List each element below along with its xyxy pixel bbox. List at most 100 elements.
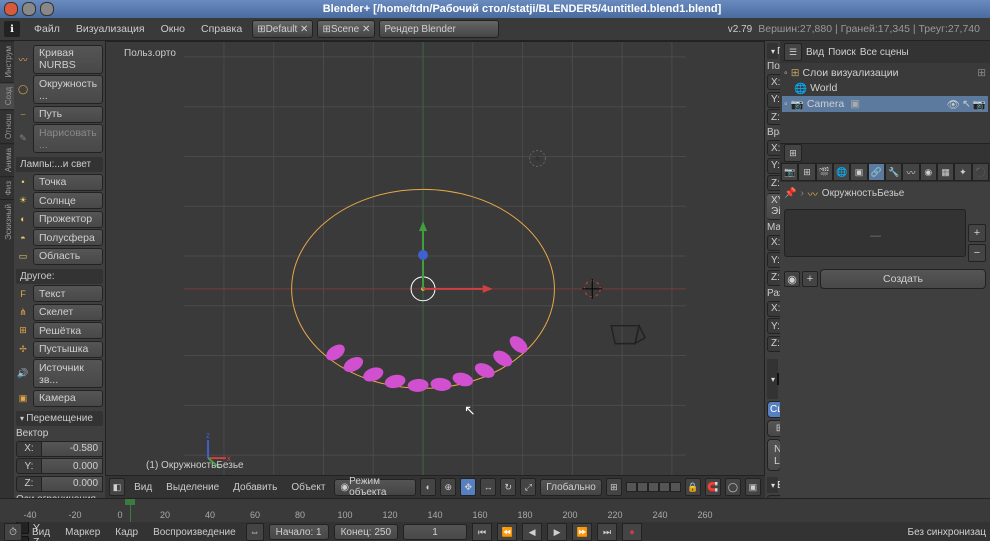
outliner-editor-icon[interactable]: ☰ [784,43,802,61]
editor-type-icon[interactable]: ◧ [109,478,125,496]
tab-modifiers-icon[interactable]: 🔧 [885,163,902,181]
panel-transform-head[interactable]: Преобразование [767,43,778,59]
add-hemi-lamp[interactable]: Полусфера [33,229,103,246]
tab-grease[interactable]: Эскизный [0,199,14,244]
outliner-row-camera[interactable]: ◦📷Camera▣👁↖📷 [782,96,988,112]
tab-scene-icon[interactable]: 🎬 [816,163,833,181]
outliner-view-menu[interactable]: Вид [806,47,824,58]
add-armature[interactable]: Скелет [33,304,103,321]
tab-constraints-icon[interactable]: 🔗 [868,163,885,181]
tab-create[interactable]: Созд [0,82,14,109]
outliner-filter-dropdown[interactable]: Все сцены [860,47,986,58]
add-nurbs-curve[interactable]: Кривая NURBS [33,45,103,74]
tab-relations[interactable]: Отнош [0,109,14,143]
material-create-button[interactable]: Создать [820,269,986,289]
outliner-search-menu[interactable]: Поиск [828,47,856,58]
tab-renderlayers-icon[interactable]: ⊞ [798,163,815,181]
draw-curve[interactable]: Нарисовать ... [33,124,103,153]
layout-dropdown[interactable]: ⊞ Default ✕ [252,20,313,38]
tl-menu-playback[interactable]: Воспроизведение [153,527,236,538]
scene-dropdown[interactable]: ⊞ Scene ✕ [317,20,375,38]
keyframe-next-icon[interactable]: ⏩ [572,523,592,541]
add-camera[interactable]: Камера [33,390,103,407]
menu-window[interactable]: Окно [161,23,185,35]
sync-mode-dropdown[interactable]: Без синхронизац [908,527,986,538]
mode-dropdown[interactable]: ◉ Режим объекта [334,479,416,496]
timeline-ruler[interactable]: -40-200204060801001201401601802002202402… [0,498,990,522]
blender-logo-icon[interactable]: ℹ [4,21,20,37]
vp-menu-add[interactable]: Добавить [233,482,277,493]
add-sun-lamp[interactable]: Солнце [33,192,103,209]
jump-end-icon[interactable]: ⏭ [597,523,617,541]
play-icon[interactable]: ▶ [547,523,567,541]
tab-data-icon[interactable]: 〰 [902,163,919,181]
play-reverse-icon[interactable]: ◀ [522,523,542,541]
tab-physics-icon[interactable]: ⚫ [972,163,989,181]
tl-menu-marker[interactable]: Маркер [65,527,100,538]
snap-icon[interactable]: 🧲 [705,478,721,496]
current-frame-field[interactable]: 1 [403,524,467,540]
menu-help[interactable]: Справка [201,23,242,35]
rotate-manip-icon[interactable]: ↻ [500,478,516,496]
outliner-row-renderlayers[interactable]: ◦⊞Слои визуализации⊞ [782,65,988,80]
start-frame-field[interactable]: Начало: 1 [269,524,329,540]
panel-other-head[interactable]: Другое: [16,269,103,284]
material-browse-icon[interactable]: ◉ [784,271,800,287]
add-speaker[interactable]: Источник зв... [33,359,103,388]
tab-world-icon[interactable]: 🌐 [833,163,850,181]
add-empty[interactable]: Пустышка [33,341,103,358]
tab-object-icon[interactable]: ▣ [850,163,867,181]
panel-view-head[interactable]: Вид [767,477,778,493]
panel-grease-pencil-head[interactable]: Grease Pencil Laye [767,359,778,399]
vec-z[interactable]: 0.000 [42,476,103,492]
vec-y[interactable]: 0.000 [42,458,103,474]
vec-x[interactable]: -0.580 [42,441,103,457]
tab-render-icon[interactable]: 📷 [781,163,798,181]
tab-anim[interactable]: Анима [0,143,14,176]
tl-menu-view[interactable]: Вид [32,527,50,538]
timeline-editor-icon[interactable]: ⏱ [4,523,22,541]
keyframe-prev-icon[interactable]: ⏪ [497,523,517,541]
menu-render[interactable]: Визуализация [76,23,145,35]
end-frame-field[interactable]: Конец: 250 [334,524,398,540]
close-window-icon[interactable] [4,2,18,16]
tab-physics[interactable]: Физ [0,176,14,199]
layer-buttons[interactable] [626,482,681,492]
list-remove-icon[interactable]: − [968,244,986,262]
gp-scene-button[interactable]: Сцена [767,401,780,418]
maximize-window-icon[interactable] [40,2,54,16]
restrict-icon[interactable]: ⊞ [977,67,986,79]
gp-new-layer-button[interactable]: New Layer [767,439,780,471]
shading-icon[interactable]: ◐ [420,478,436,496]
translate-manip-icon[interactable]: ↔ [480,478,496,496]
tab-material-icon[interactable]: ◉ [920,163,937,181]
tab-particles-icon[interactable]: ✦ [954,163,971,181]
range-icon[interactable]: ⇔ [246,523,264,541]
render-restrict-icon[interactable]: 📷 [973,98,986,111]
lock-camera-icon[interactable]: 🔒 [685,478,701,496]
material-slot-list[interactable]: — [784,209,966,257]
add-point-lamp[interactable]: Точка [33,174,103,191]
cursor-restrict-icon[interactable]: ↖ [962,98,971,110]
gp-check[interactable] [777,373,779,385]
menu-file[interactable]: Файл [34,23,60,35]
add-path[interactable]: Путь [33,106,103,123]
panel-move-head[interactable]: Перемещение [16,411,103,426]
properties-editor-icon[interactable]: ⊞ [784,144,802,162]
jump-start-icon[interactable]: ⏮ [472,523,492,541]
tl-menu-frame[interactable]: Кадр [115,527,138,538]
vp-menu-select[interactable]: Выделение [166,482,219,493]
add-spot-lamp[interactable]: Прожектор [33,211,103,228]
add-nurbs-circle[interactable]: Окружность ... [33,75,103,104]
vp-menu-object[interactable]: Объект [291,482,325,493]
vp-menu-view[interactable]: Вид [134,482,152,493]
render-preview-icon[interactable]: ▣ [745,478,761,496]
panel-lamps-head[interactable]: Лампы:...и свет [16,157,103,172]
outliner-row-world[interactable]: 🌐World [782,80,988,96]
eye-icon[interactable]: 👁 [947,98,960,111]
tab-texture-icon[interactable]: ▦ [937,163,954,181]
layers-icon[interactable]: ⊞ [606,478,622,496]
render-engine-dropdown[interactable]: Рендер Blender [379,20,499,38]
timeline-playhead[interactable] [130,499,131,522]
manipulator-icon[interactable]: ✥ [460,478,476,496]
